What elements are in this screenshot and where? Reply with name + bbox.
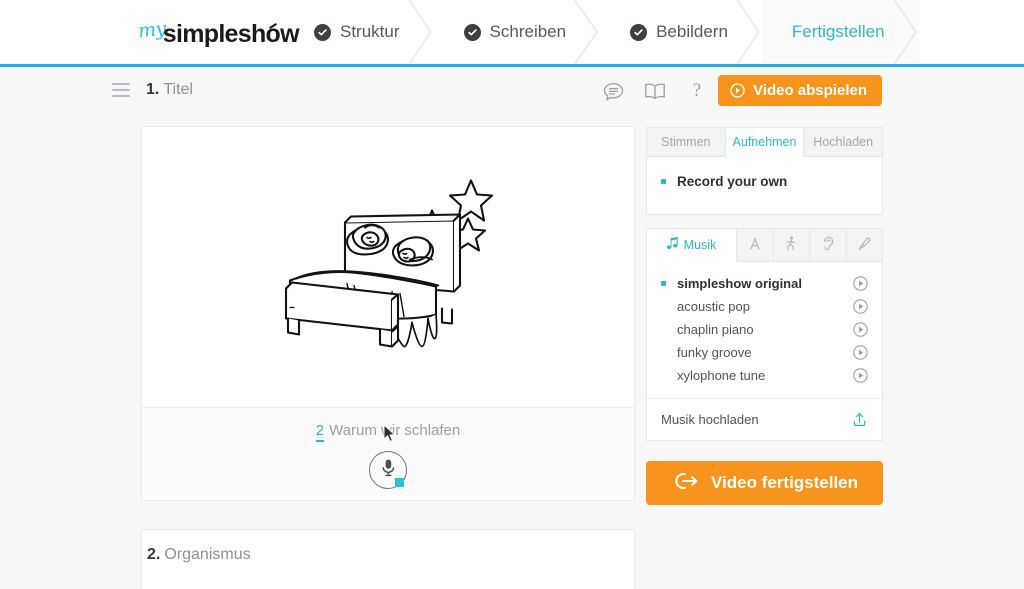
- page-title: 1. Titel: [146, 81, 193, 99]
- play-video-label: Video abspielen: [753, 82, 867, 99]
- track-row[interactable]: xylophone tune: [647, 364, 882, 387]
- tab-aufnehmen[interactable]: Aufnehmen: [725, 128, 805, 157]
- nav-progress-underline: [0, 64, 764, 67]
- check-circle-icon: [630, 23, 648, 41]
- play-circle-icon[interactable]: [853, 322, 868, 337]
- music-panel: Musik simpleshow original acoustic pop c…: [646, 228, 883, 441]
- track-label: funky groove: [677, 345, 752, 360]
- tab-animation[interactable]: [773, 229, 810, 261]
- nav-tab-label: Fertigstellen: [791, 22, 885, 41]
- upload-icon[interactable]: [851, 411, 868, 428]
- selected-bullet-icon: [661, 327, 666, 332]
- running-person-icon: [785, 236, 797, 254]
- tab-separator-icon: [893, 0, 920, 64]
- scene-menu-hamburger-icon[interactable]: [112, 83, 130, 97]
- next-scene-number: 2.: [147, 546, 161, 563]
- next-scene-card[interactable]: 2. Organismus: [141, 529, 635, 589]
- track-label: xylophone tune: [677, 368, 766, 383]
- microphone-icon: [380, 458, 397, 482]
- check-circle-icon: [463, 23, 481, 41]
- play-circle-icon[interactable]: [853, 276, 868, 291]
- music-tab-bar: Musik: [647, 229, 882, 262]
- next-scene-name: Organismus: [164, 546, 251, 563]
- track-row[interactable]: simpleshow original: [647, 272, 882, 295]
- track-row[interactable]: funky groove: [647, 341, 882, 364]
- tab-separator-icon: [736, 0, 763, 64]
- comment-icon[interactable]: [602, 80, 624, 102]
- track-label: simpleshow original: [677, 276, 802, 291]
- recording-indicator-badge: [395, 478, 404, 487]
- selected-bullet-icon: [661, 179, 666, 184]
- logo-simpleshow-text: simpleshow: [162, 20, 300, 48]
- track-label: chaplin piano: [677, 322, 754, 337]
- ear-sound-icon: [822, 236, 834, 254]
- track-row[interactable]: chaplin piano: [647, 318, 882, 341]
- nav-tab-fertigstellen[interactable]: Fertigstellen: [761, 0, 920, 64]
- play-circle-icon: [730, 83, 745, 98]
- selected-bullet-icon: [661, 281, 666, 286]
- logo[interactable]: my simpleshow: [137, 14, 300, 50]
- scene-number: 1.: [146, 81, 160, 98]
- music-track-list: simpleshow original acoustic pop chaplin…: [647, 262, 882, 387]
- voice-panel: Stimmen Aufnehmen Hochladen Record your …: [646, 127, 883, 215]
- play-circle-icon[interactable]: [853, 345, 868, 360]
- selected-bullet-icon: [661, 304, 666, 309]
- arrow-exit-circle-icon: [671, 471, 699, 496]
- text-a-icon: [749, 236, 761, 254]
- voice-tab-bar: Stimmen Aufnehmen Hochladen: [647, 128, 883, 157]
- scene-illustration: [272, 167, 504, 368]
- nav-tab-bebildern[interactable]: Bebildern: [600, 0, 762, 64]
- nav-tab-label: Bebildern: [656, 22, 728, 41]
- record-microphone-button[interactable]: [369, 451, 407, 489]
- finish-video-label: Video fertigstellen: [710, 473, 859, 492]
- tab-sound[interactable]: [810, 229, 847, 261]
- caption-number: 2: [315, 422, 325, 442]
- book-icon[interactable]: [644, 80, 666, 102]
- scene-name: Titel: [163, 81, 193, 98]
- tab-separator-icon: [575, 0, 601, 64]
- scene-caption[interactable]: 2 Warum wir schlafen: [142, 422, 634, 442]
- nav-tab-struktur[interactable]: Struktur: [300, 0, 434, 64]
- check-circle-icon: [314, 23, 331, 41]
- tab-musik[interactable]: Musik: [647, 229, 737, 262]
- nav-tab-label: Schreiben: [489, 22, 567, 41]
- wizard-nav: Struktur Schreiben Bebildern Fertigstell…: [300, 0, 919, 64]
- scene-card: 2 Warum wir schlafen: [141, 126, 635, 501]
- finish-video-button[interactable]: Video fertigstellen: [646, 461, 883, 505]
- tab-stimmen[interactable]: Stimmen: [647, 128, 726, 156]
- toolbar-icons: ?: [602, 80, 708, 102]
- upload-music-label: Musik hochladen: [661, 412, 759, 427]
- app-header: my simpleshow Struktur Schreiben Bebilde…: [0, 0, 1024, 67]
- scene-stage[interactable]: [142, 127, 634, 407]
- pen-brush-icon: [858, 237, 871, 254]
- track-row[interactable]: acoustic pop: [647, 295, 882, 318]
- tab-separator-icon: [408, 0, 435, 64]
- help-question-icon[interactable]: ?: [686, 80, 708, 102]
- music-note-icon: [666, 237, 679, 253]
- play-video-button[interactable]: Video abspielen: [718, 75, 882, 106]
- tab-text[interactable]: [737, 229, 774, 261]
- scene-caption-bar: 2 Warum wir schlafen: [142, 407, 634, 500]
- caption-label: Warum wir schlafen: [329, 422, 461, 439]
- track-label: acoustic pop: [677, 299, 750, 314]
- nav-tab-schreiben[interactable]: Schreiben: [433, 0, 601, 64]
- voice-option-label: Record your own: [677, 174, 788, 189]
- selected-bullet-icon: [661, 350, 666, 355]
- play-circle-icon[interactable]: [853, 368, 868, 383]
- tab-musik-label: Musik: [683, 238, 717, 252]
- nav-tab-label: Struktur: [340, 22, 400, 41]
- tab-draw[interactable]: [846, 229, 882, 261]
- tab-hochladen[interactable]: Hochladen: [804, 128, 883, 156]
- voice-panel-body: Record your own: [647, 157, 882, 189]
- play-circle-icon[interactable]: [853, 299, 868, 314]
- upload-music-row[interactable]: Musik hochladen: [647, 398, 882, 440]
- selected-bullet-icon: [661, 373, 666, 378]
- next-scene-title: 2. Organismus: [147, 546, 251, 564]
- voice-option-record-your-own[interactable]: Record your own: [661, 174, 882, 189]
